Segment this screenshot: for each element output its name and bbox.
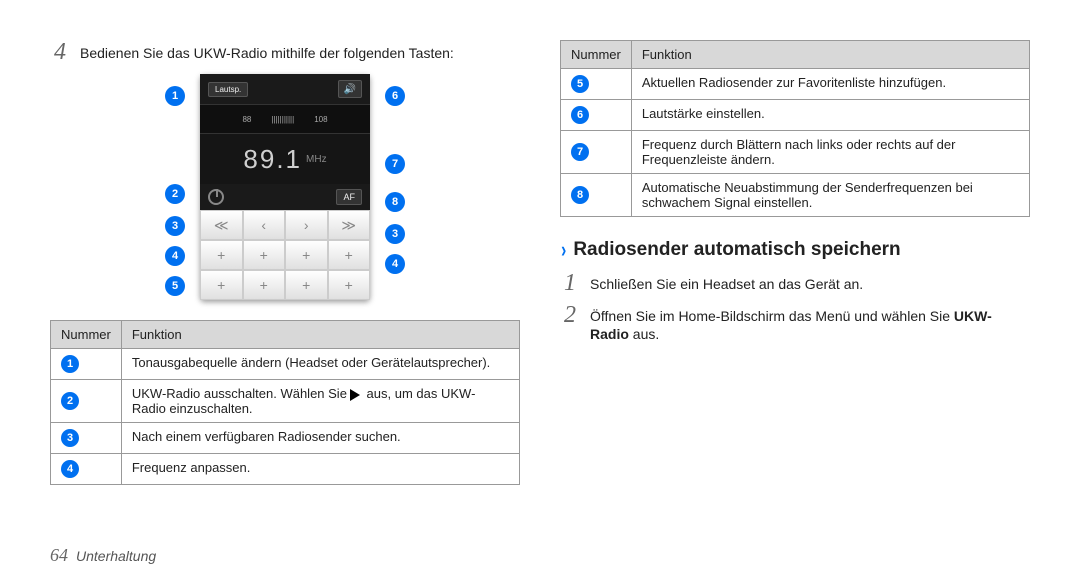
callout-4r: 4	[385, 254, 405, 274]
right-column: Nummer Funktion 5 Aktuellen Radiosender …	[560, 40, 1030, 485]
row-number-icon: 7	[571, 143, 589, 161]
power-row: AF	[200, 184, 370, 210]
table-row: 8 Automatische Neuabstimmung der Senderf…	[561, 174, 1030, 217]
step-back-icon: ‹	[243, 210, 286, 240]
left-column: 4 Bedienen Sie das UKW-Radio mithilfe de…	[50, 40, 520, 485]
page-footer: 64 Unterhaltung	[50, 545, 156, 566]
preset-add-icon: +	[200, 240, 243, 270]
step-2: 2 Öffnen Sie im Home-Bildschirm das Menü…	[560, 303, 1030, 343]
col-header-function: Funktion	[631, 41, 1029, 69]
row-number-icon: 2	[61, 392, 79, 410]
step-text: Bedienen Sie das UKW-Radio mithilfe der …	[80, 40, 520, 62]
callout-3: 3	[165, 216, 185, 236]
radio-diagram: 1 2 3 4 5 Lautsp. 🔊 88	[50, 74, 520, 300]
lautsp-button: Lautsp.	[208, 82, 248, 97]
callout-2: 2	[165, 184, 185, 204]
row-number-icon: 1	[61, 355, 79, 373]
step-4: 4 Bedienen Sie das UKW-Radio mithilfe de…	[50, 40, 520, 64]
section-heading: › Radiosender automatisch speichern	[560, 237, 1030, 263]
col-header-number: Nummer	[51, 321, 122, 349]
row-text: Lautstärke einstellen.	[631, 100, 1029, 131]
seek-fwd-icon: ≫	[328, 210, 371, 240]
row-number-icon: 6	[571, 106, 589, 124]
row-number-icon: 3	[61, 429, 79, 447]
function-table-2: Nummer Funktion 5 Aktuellen Radiosender …	[560, 40, 1030, 217]
step-1: 1 Schließen Sie ein Headset an das Gerät…	[560, 271, 1030, 295]
dial-scale: 88 ||||||||||| 108	[200, 104, 370, 134]
callout-6: 6	[385, 86, 405, 106]
callout-8: 8	[385, 192, 405, 212]
footer-section-label: Unterhaltung	[76, 548, 156, 564]
row-number-icon: 8	[571, 186, 589, 204]
af-button: AF	[336, 189, 362, 205]
page-number: 64	[50, 545, 68, 566]
row-text: Aktuellen Radiosender zur Favoritenliste…	[631, 69, 1029, 100]
preset-add-icon: +	[328, 270, 371, 300]
callout-4: 4	[165, 246, 185, 266]
step-text: Öffnen Sie im Home-Bildschirm das Menü u…	[590, 303, 1030, 343]
row-text: Frequenz anpassen.	[121, 454, 519, 485]
step-number: 4	[50, 40, 70, 64]
row-text: Nach einem verfügbaren Radiosender suche…	[121, 423, 519, 454]
row-text: Frequenz durch Blättern nach links oder …	[631, 131, 1029, 174]
step-number: 2	[560, 303, 580, 327]
table-row: 7 Frequenz durch Blättern nach links ode…	[561, 131, 1030, 174]
row-text: Automatische Neuabstimmung der Senderfre…	[631, 174, 1029, 217]
preset-add-icon: +	[243, 240, 286, 270]
callout-5: 5	[165, 276, 185, 296]
preset-add-icon: +	[328, 240, 371, 270]
table-row: 1 Tonausgabequelle ändern (Headset oder …	[51, 349, 520, 380]
chevron-icon: ›	[561, 237, 566, 263]
table-row: 3 Nach einem verfügbaren Radiosender suc…	[51, 423, 520, 454]
preset-add-icon: +	[243, 270, 286, 300]
radio-unit: Lautsp. 🔊 88 ||||||||||| 108 89.1 MHz	[200, 74, 370, 300]
preset-add-icon: +	[285, 240, 328, 270]
callouts-left: 1 2 3 4 5	[160, 74, 190, 300]
frequency-display: 89.1 MHz	[200, 134, 370, 184]
radio-controls: ≪ ‹ › ≫ + + + + + +	[200, 210, 370, 300]
row-text: Tonausgabequelle ändern (Headset oder Ge…	[121, 349, 519, 380]
row-text: UKW-Radio ausschalten. Wählen Sie aus, u…	[121, 380, 519, 423]
seek-back-icon: ≪	[200, 210, 243, 240]
play-icon	[350, 389, 360, 401]
step-number: 1	[560, 271, 580, 295]
col-header-number: Nummer	[561, 41, 632, 69]
callout-7: 7	[385, 154, 405, 174]
table-row: 4 Frequenz anpassen.	[51, 454, 520, 485]
row-number-icon: 5	[571, 75, 589, 93]
row-number-icon: 4	[61, 460, 79, 478]
callout-1: 1	[165, 86, 185, 106]
preset-add-icon: +	[285, 270, 328, 300]
callout-3r: 3	[385, 224, 405, 244]
table-row: 6 Lautstärke einstellen.	[561, 100, 1030, 131]
col-header-function: Funktion	[121, 321, 519, 349]
callouts-right: 6 7 8 3 4	[380, 74, 410, 300]
step-text: Schließen Sie ein Headset an das Gerät a…	[590, 271, 1030, 293]
function-table-1: Nummer Funktion 1 Tonausgabequelle änder…	[50, 320, 520, 485]
preset-add-icon: +	[200, 270, 243, 300]
step-fwd-icon: ›	[285, 210, 328, 240]
table-row: 5 Aktuellen Radiosender zur Favoritenlis…	[561, 69, 1030, 100]
table-row: 2 UKW-Radio ausschalten. Wählen Sie aus,…	[51, 380, 520, 423]
speaker-icon: 🔊	[338, 80, 362, 98]
power-icon	[208, 189, 224, 205]
